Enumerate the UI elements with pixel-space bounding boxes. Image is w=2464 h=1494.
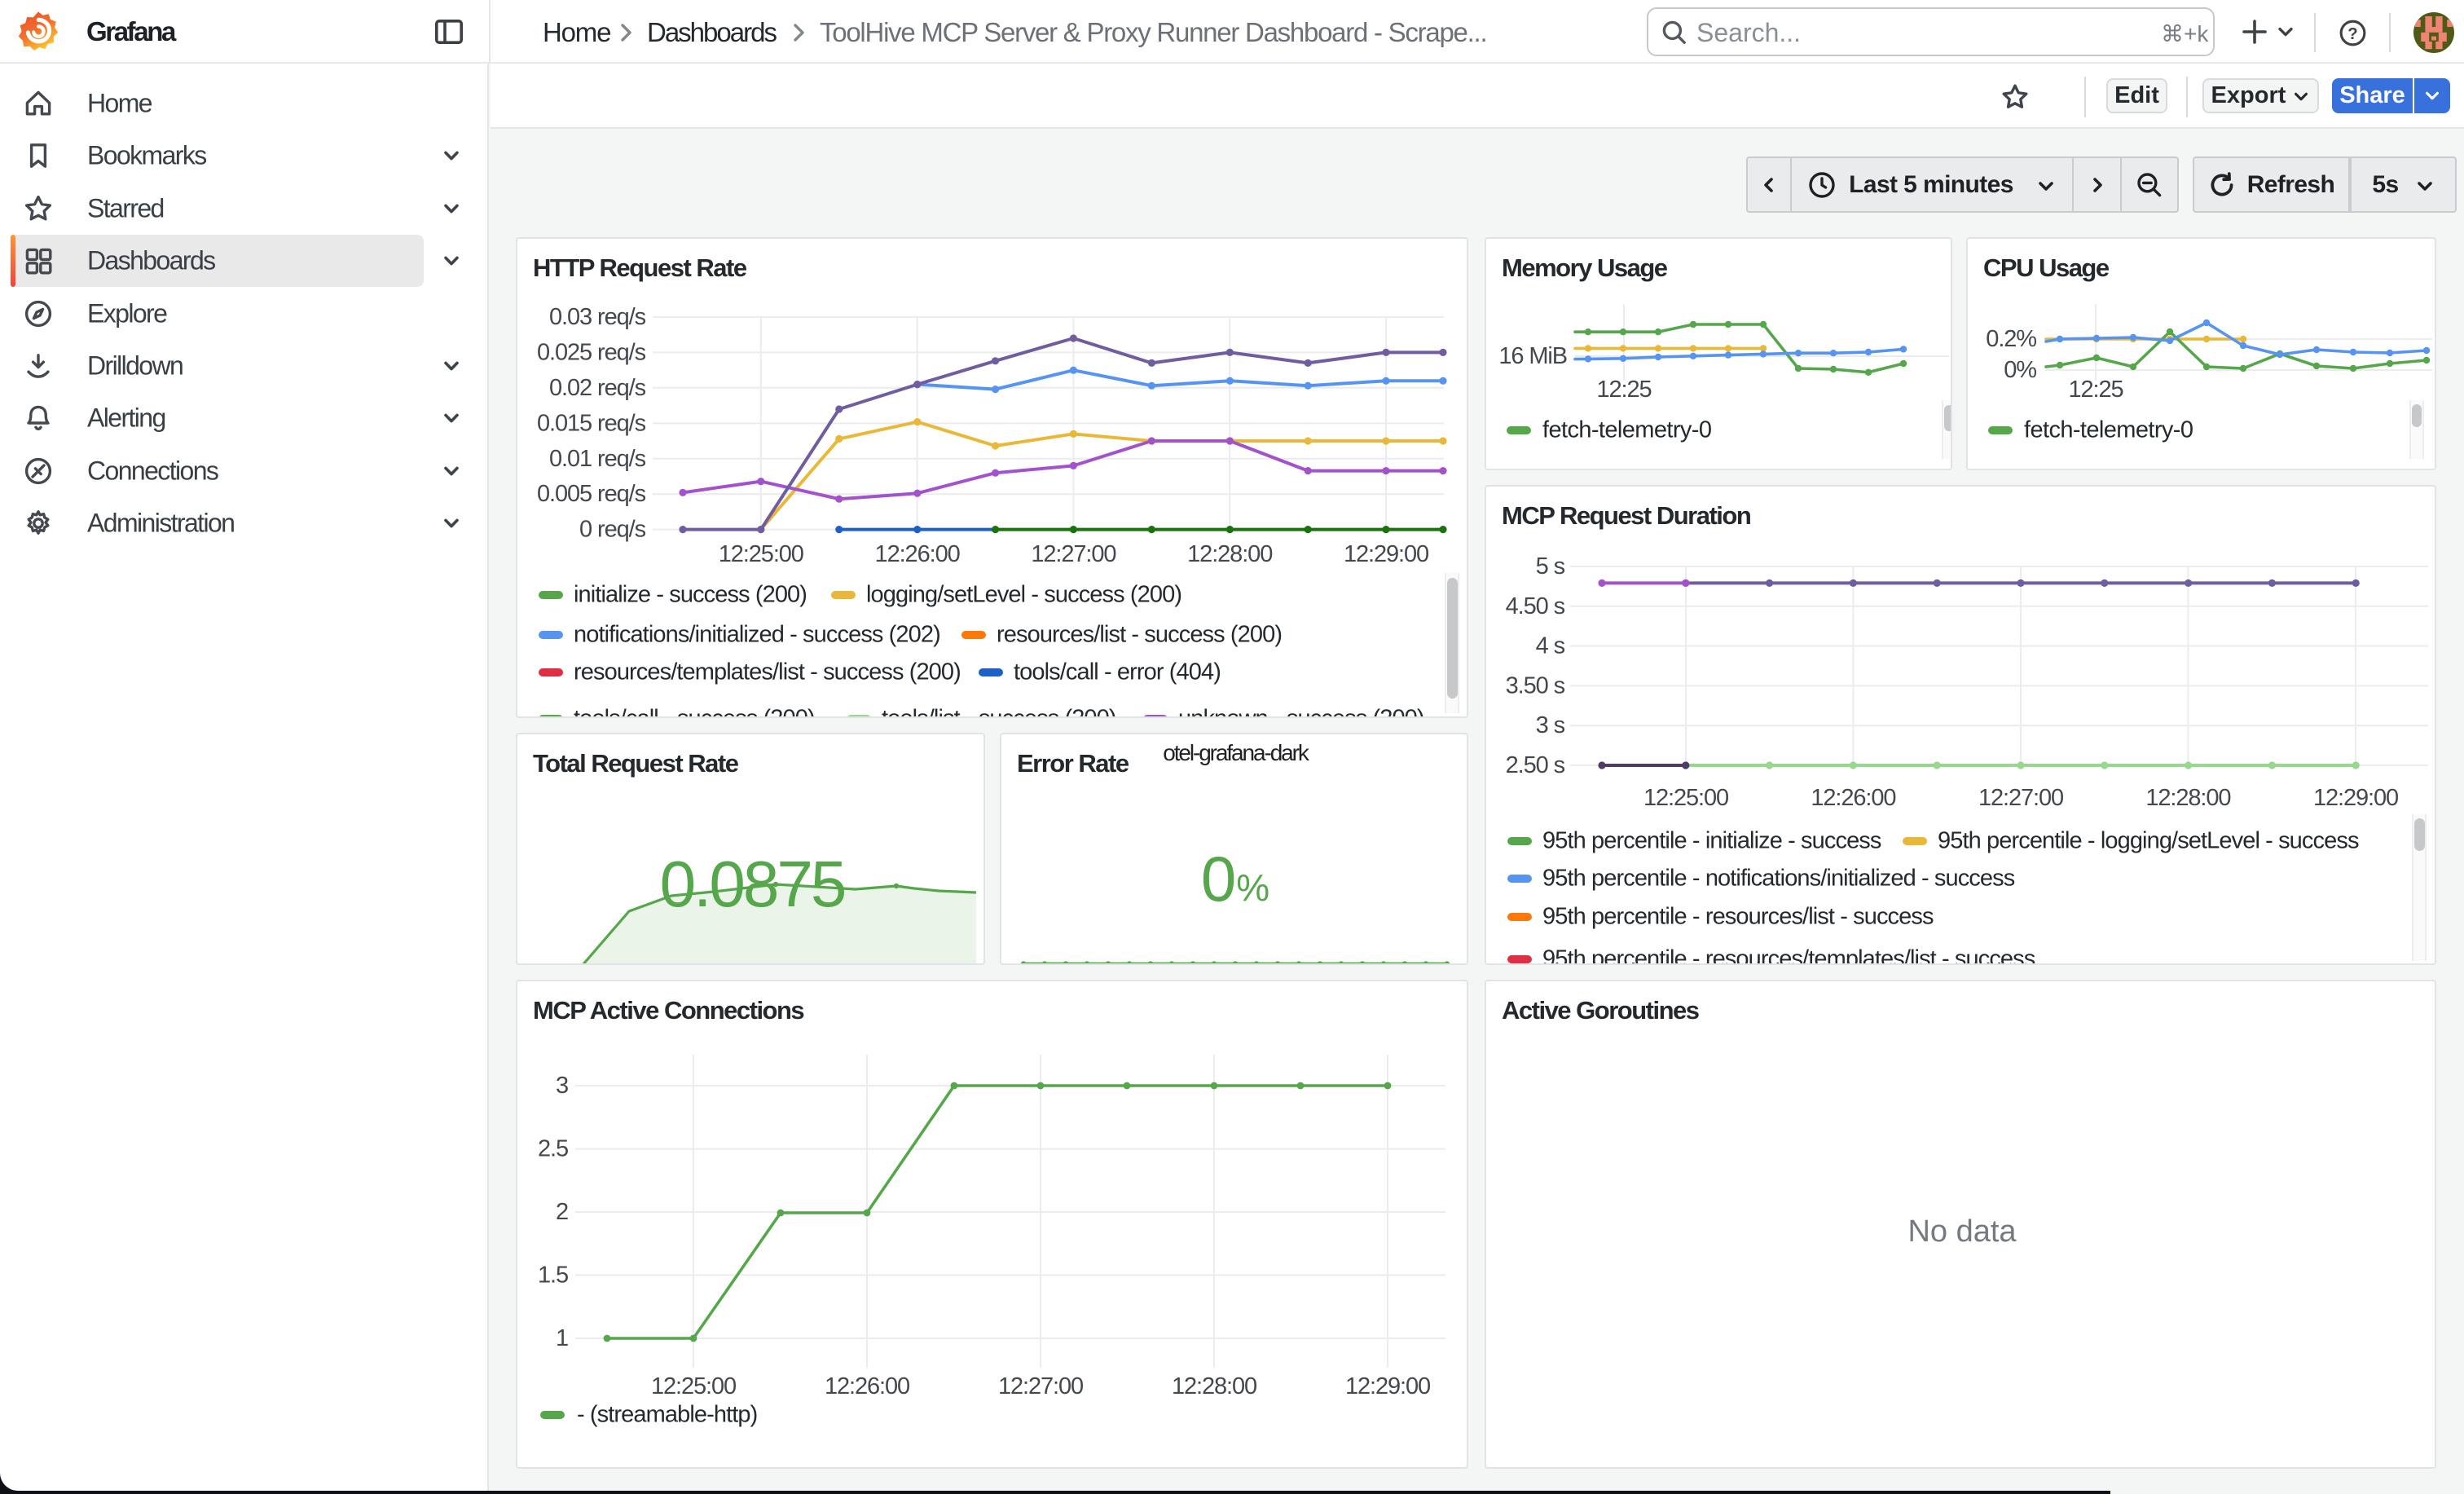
svg-text:3: 3 [556,1073,568,1099]
svg-text:4 s: 4 s [1536,633,1565,659]
svg-text:12:25:00: 12:25:00 [651,1373,736,1399]
svg-text:0.025 req/s: 0.025 req/s [537,339,646,365]
svg-text:12:25:00: 12:25:00 [719,541,803,567]
svg-text:4.50 s: 4.50 s [1506,593,1565,619]
svg-text:12:26:00: 12:26:00 [875,541,960,567]
svg-text:12:28:00: 12:28:00 [2145,785,2230,811]
svg-text:0%: 0% [2004,357,2036,383]
svg-text:12:29:00: 12:29:00 [2313,785,2398,811]
svg-text:12:29:00: 12:29:00 [1344,541,1428,567]
svg-text:?: ? [2347,25,2357,43]
svg-text:12:28:00: 12:28:00 [1172,1373,1256,1399]
svg-text:0.02 req/s: 0.02 req/s [549,375,646,401]
svg-text:1: 1 [556,1325,568,1351]
svg-text:0.015 req/s: 0.015 req/s [537,410,646,436]
svg-text:12:25: 12:25 [1596,377,1651,403]
svg-text:12:26:00: 12:26:00 [825,1373,909,1399]
svg-text:3.50 s: 3.50 s [1506,672,1565,699]
svg-text:1.5: 1.5 [538,1262,568,1288]
svg-text:3 s: 3 s [1536,712,1565,738]
svg-text:0.01 req/s: 0.01 req/s [549,446,646,472]
svg-text:12:27:00: 12:27:00 [998,1373,1083,1399]
svg-text:12:28:00: 12:28:00 [1187,541,1272,567]
svg-text:12:27:00: 12:27:00 [1978,785,2063,811]
svg-text:12:25:00: 12:25:00 [1643,785,1728,811]
svg-text:5 s: 5 s [1536,553,1565,580]
svg-text:12:25: 12:25 [2068,377,2123,403]
svg-text:2: 2 [556,1199,568,1225]
svg-text:12:29:00: 12:29:00 [1345,1373,1430,1399]
svg-text:0.005 req/s: 0.005 req/s [537,481,646,507]
svg-text:0 req/s: 0 req/s [579,517,646,543]
svg-text:12:27:00: 12:27:00 [1031,541,1115,567]
svg-text:2.5: 2.5 [538,1136,568,1162]
svg-text:0.2%: 0.2% [1986,326,2036,352]
svg-text:12:26:00: 12:26:00 [1811,785,1895,811]
svg-text:2.50 s: 2.50 s [1506,752,1565,778]
svg-text:16 MiB: 16 MiB [1498,343,1567,369]
svg-text:0.03 req/s: 0.03 req/s [549,304,646,330]
